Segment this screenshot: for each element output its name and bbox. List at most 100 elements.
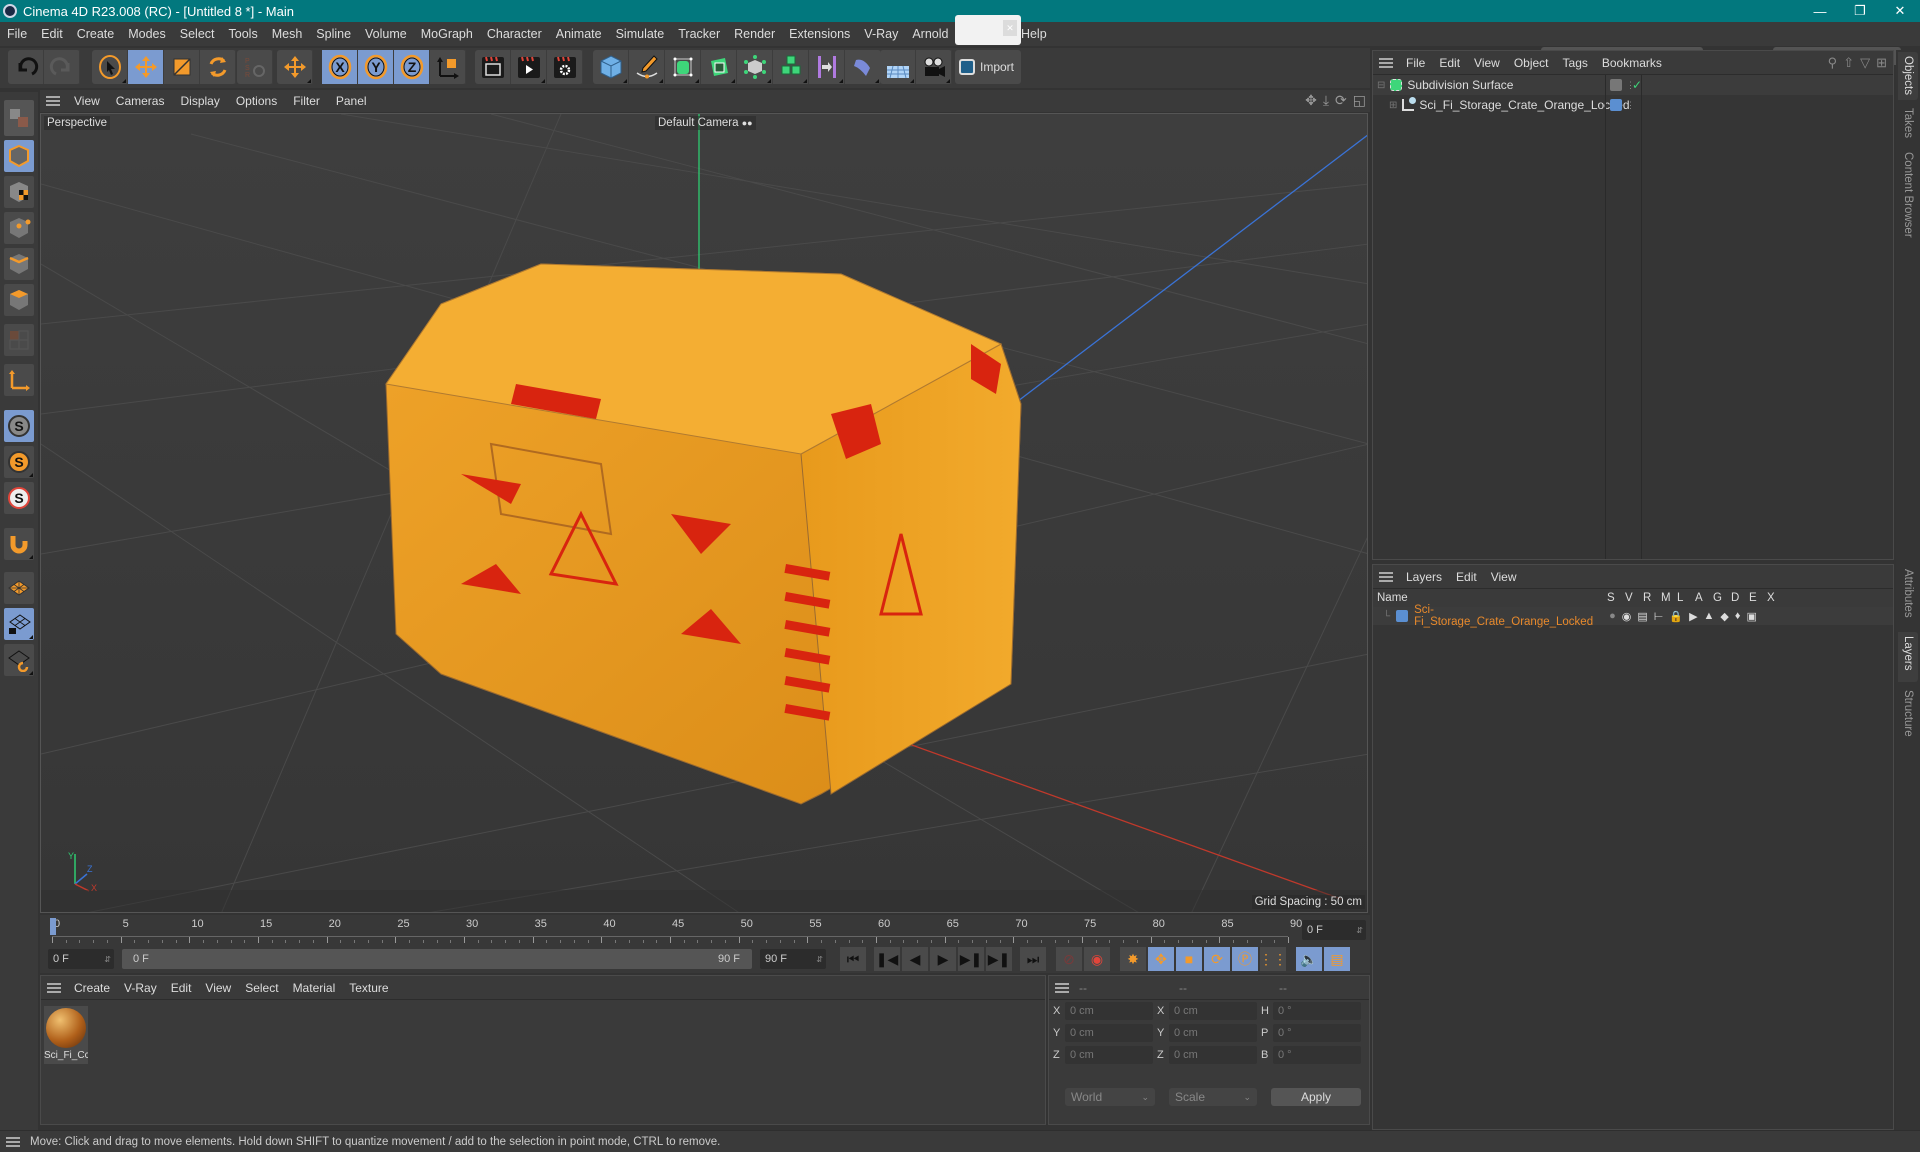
material-item[interactable]: Sci_Fi_Cc bbox=[44, 1006, 88, 1064]
autokey-icon[interactable]: ⊘ bbox=[1056, 947, 1082, 971]
coord-value-field[interactable]: 0 cm bbox=[1169, 1024, 1257, 1042]
undo-button[interactable] bbox=[8, 50, 44, 84]
tab-structure[interactable]: Structure bbox=[1898, 686, 1918, 746]
magnet-button[interactable] bbox=[4, 528, 34, 560]
texture-mode-button[interactable] bbox=[4, 176, 34, 208]
minimize-icon[interactable]: — bbox=[1800, 0, 1840, 22]
snap-settings-button[interactable]: S bbox=[4, 446, 34, 478]
y-axis-button[interactable]: Y bbox=[358, 50, 394, 84]
material-menu-texture[interactable]: Texture bbox=[342, 981, 395, 995]
prev-keyframe-icon[interactable]: ❚◀ bbox=[874, 947, 900, 971]
object-row-crate[interactable]: ⊞ Sci_Fi_Storage_Crate_Orange_Locked ⋮ bbox=[1373, 95, 1893, 115]
visible-eye-icon[interactable]: ◉ bbox=[1622, 610, 1632, 623]
material-menu-vray[interactable]: V-Ray bbox=[117, 981, 164, 995]
column-visible[interactable]: V bbox=[1625, 592, 1643, 604]
coord-value-field[interactable]: 0 ° bbox=[1273, 1024, 1361, 1042]
coord-value-field[interactable]: 0 cm bbox=[1169, 1046, 1257, 1064]
workplane-button[interactable] bbox=[4, 572, 34, 604]
snap-enable-button[interactable]: S bbox=[4, 482, 34, 514]
deformer-button[interactable] bbox=[845, 50, 881, 84]
object-menu-view[interactable]: View bbox=[1467, 56, 1507, 70]
material-menu-edit[interactable]: Edit bbox=[164, 981, 199, 995]
coord-value-field[interactable]: 0 ° bbox=[1273, 1046, 1361, 1064]
orbit-icon[interactable]: ⟳ bbox=[1335, 92, 1347, 109]
column-locked[interactable]: L bbox=[1677, 592, 1695, 604]
menu-tools[interactable]: Tools bbox=[222, 27, 265, 41]
coord-value-field[interactable]: 0 cm bbox=[1065, 1046, 1153, 1064]
object-menu-object[interactable]: Object bbox=[1507, 56, 1556, 70]
coord-value-field[interactable]: 0 cm bbox=[1065, 1002, 1153, 1020]
material-menu-icon[interactable] bbox=[47, 982, 61, 993]
frame-range-slider[interactable]: 0 F 90 F bbox=[122, 949, 752, 969]
render-view-button[interactable] bbox=[475, 50, 511, 84]
object-menu-edit[interactable]: Edit bbox=[1432, 56, 1467, 70]
coordinates-menu-icon[interactable] bbox=[1055, 982, 1069, 993]
cloner-button[interactable] bbox=[773, 50, 809, 84]
layer-color-swatch[interactable] bbox=[1610, 99, 1622, 111]
column-generators[interactable]: G bbox=[1713, 592, 1731, 604]
menu-edit[interactable]: Edit bbox=[34, 27, 70, 41]
xref-icon[interactable]: ▣ bbox=[1747, 610, 1757, 623]
prev-frame-icon[interactable]: ◀ bbox=[902, 947, 928, 971]
workplane-align-button[interactable] bbox=[4, 644, 34, 676]
layer-color-swatch[interactable] bbox=[1396, 610, 1409, 622]
next-keyframe-icon[interactable]: ▶❚ bbox=[986, 947, 1012, 971]
visibility-dots-icon[interactable]: ⋮ bbox=[1626, 100, 1635, 111]
view-mode-button[interactable] bbox=[4, 100, 34, 136]
generator-icon[interactable]: ▲ bbox=[1704, 610, 1715, 623]
axis-move-button[interactable] bbox=[277, 50, 313, 84]
deformer-icon[interactable]: ◆ bbox=[1720, 610, 1728, 623]
search-icon[interactable]: ⚲ bbox=[1828, 55, 1838, 71]
collapse-icon[interactable]: ⊟ bbox=[1377, 80, 1385, 91]
object-row-subdivision[interactable]: ⊟ Subdivision Surface ⋮ ✓ bbox=[1373, 75, 1893, 95]
expand-icon[interactable]: ⊞ bbox=[1389, 100, 1397, 111]
menu-simulate[interactable]: Simulate bbox=[609, 27, 672, 41]
rotate-button[interactable] bbox=[200, 50, 236, 84]
tab-takes[interactable]: Takes bbox=[1898, 104, 1918, 144]
go-to-start-icon[interactable]: ⏮ bbox=[840, 947, 866, 971]
end-frame-field[interactable]: 90 F ⇵ bbox=[760, 949, 826, 969]
camera-button[interactable] bbox=[916, 50, 952, 84]
stepper-icon[interactable]: ⇵ bbox=[816, 955, 823, 964]
popup-close-icon[interactable]: ✕ bbox=[1003, 20, 1017, 36]
z-axis-button[interactable]: Z bbox=[394, 50, 430, 84]
key-pla-icon[interactable]: ⋮⋮ bbox=[1259, 947, 1287, 971]
material-menu-select[interactable]: Select bbox=[238, 981, 285, 995]
status-menu-icon[interactable] bbox=[6, 1136, 20, 1147]
tab-layers[interactable]: Layers bbox=[1898, 632, 1918, 682]
3d-viewport[interactable]: Perspective Default Camera ●● Y Z X Grid… bbox=[40, 113, 1368, 913]
coord-transform-select[interactable]: Scale ⌄ bbox=[1169, 1088, 1257, 1106]
column-expressions[interactable]: E bbox=[1749, 592, 1767, 604]
column-solo[interactable]: S bbox=[1607, 592, 1625, 604]
render-settings-button[interactable] bbox=[547, 50, 583, 84]
lock-icon[interactable]: 🔒 bbox=[1669, 610, 1683, 623]
menu-volume[interactable]: Volume bbox=[358, 27, 414, 41]
menu-mesh[interactable]: Mesh bbox=[265, 27, 310, 41]
menu-modes[interactable]: Modes bbox=[121, 27, 173, 41]
next-frame-icon[interactable]: ▶❚ bbox=[958, 947, 984, 971]
key-position-icon[interactable]: ✥ bbox=[1148, 947, 1174, 971]
render-icon[interactable]: ▤ bbox=[1637, 610, 1647, 623]
sound-icon[interactable]: 🔈 bbox=[1296, 947, 1322, 971]
menu-arnold[interactable]: Arnold bbox=[905, 27, 955, 41]
restore-icon[interactable]: ❐ bbox=[1840, 0, 1880, 22]
material-menu-view[interactable]: View bbox=[198, 981, 238, 995]
close-icon[interactable]: ✕ bbox=[1880, 0, 1920, 22]
key-param-icon[interactable]: Ⓟ bbox=[1232, 947, 1258, 971]
model-mode-button[interactable] bbox=[4, 140, 34, 172]
layer-menu-icon[interactable] bbox=[1379, 571, 1393, 582]
new-view-icon[interactable]: ⊞ bbox=[1876, 55, 1887, 71]
menu-tracker[interactable]: Tracker bbox=[671, 27, 727, 41]
timeline-ruler[interactable]: 0 5 10 15 20 25 30 35 40 45 50 55 60 65 70 75 80 85 90 0 F… bbox=[40, 915, 1370, 945]
floor-button[interactable] bbox=[880, 50, 916, 84]
coord-value-field[interactable]: 0 cm bbox=[1169, 1002, 1257, 1020]
stepper-icon[interactable]: ⇵ bbox=[104, 955, 111, 964]
cube-button[interactable] bbox=[593, 50, 629, 84]
apply-button[interactable]: Apply bbox=[1271, 1088, 1361, 1106]
uv-mode-button[interactable] bbox=[4, 324, 34, 356]
material-menu-create[interactable]: Create bbox=[67, 981, 117, 995]
locked-workplane-button[interactable] bbox=[4, 608, 34, 640]
redo-button[interactable] bbox=[44, 50, 80, 84]
pan-icon[interactable]: ✥ bbox=[1305, 92, 1317, 109]
viewport-menu-filter[interactable]: Filter bbox=[285, 94, 328, 108]
